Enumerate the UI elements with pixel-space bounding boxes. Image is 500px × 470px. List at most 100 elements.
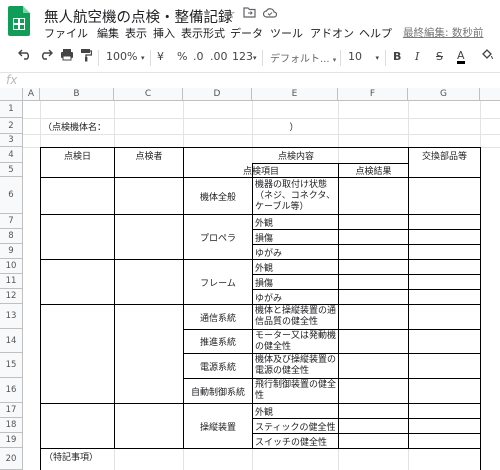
item-flight-controller[interactable]: 飛行制御装置の健全性	[253, 379, 338, 403]
row-header[interactable]: 7	[0, 214, 23, 229]
row-header[interactable]: 16	[0, 378, 23, 403]
zoom-select[interactable]: 100% ▾	[106, 50, 144, 63]
header-inspection-item[interactable]: 点検項目	[184, 164, 338, 177]
undo-icon[interactable]	[18, 48, 32, 63]
font-family-select[interactable]: デフォルト... ▾	[270, 50, 336, 65]
font-size-select[interactable]: 10 ▾	[348, 50, 379, 63]
row-header[interactable]: 4	[0, 147, 23, 163]
grid-line	[23, 134, 500, 135]
column-header-c[interactable]: C	[114, 88, 183, 101]
last-edit-link[interactable]: 最終編集: 数秒前	[403, 25, 483, 40]
select-all-corner[interactable]	[0, 88, 23, 101]
group-body-general[interactable]: 機体全般	[184, 178, 252, 214]
column-header-g[interactable]: G	[408, 88, 480, 101]
document-title[interactable]: 無人航空機の点検・整備記録	[44, 6, 233, 27]
item-appearance[interactable]: 外観	[253, 260, 338, 274]
group-power[interactable]: 電源系統	[184, 354, 252, 378]
grid-line	[408, 147, 409, 448]
group-communication[interactable]: 通信系統	[184, 305, 252, 329]
column-header-b[interactable]: B	[40, 88, 114, 101]
row-header[interactable]: 5	[0, 163, 23, 177]
column-header-h[interactable]	[480, 88, 500, 101]
column-header-a[interactable]: A	[23, 88, 40, 101]
row-header[interactable]: 2	[0, 118, 23, 134]
paint-format-icon[interactable]	[80, 48, 93, 65]
sheets-logo-icon[interactable]	[8, 6, 30, 36]
row-header[interactable]: 1	[0, 101, 23, 118]
group-propulsion[interactable]: 推進系統	[184, 330, 252, 353]
item-motor-health[interactable]: モーター又は発動機の健全性	[253, 330, 338, 353]
item-switch-health[interactable]: スイッチの健全性	[253, 434, 338, 448]
row-header[interactable]: 12	[0, 289, 23, 304]
toolbar-divider	[385, 50, 386, 66]
header-inspection-content[interactable]: 点検内容	[184, 148, 408, 163]
row-header[interactable]: 8	[0, 229, 23, 244]
menu-tools[interactable]: ツール	[270, 25, 303, 41]
row-header[interactable]: 11	[0, 274, 23, 289]
header-inspector[interactable]: 点検者	[115, 148, 183, 163]
italic-button[interactable]: I	[415, 50, 419, 63]
row-header[interactable]: 17	[0, 403, 23, 418]
item-power-health[interactable]: 機体及び操縦装置の電源の健全性	[253, 354, 338, 378]
toolbar-divider	[98, 50, 99, 66]
item-appearance[interactable]: 外観	[253, 215, 338, 229]
toolbar-divider	[340, 50, 341, 66]
row-header[interactable]: 6	[0, 177, 23, 214]
row-header[interactable]: 20	[0, 448, 23, 470]
grid-line	[40, 147, 41, 470]
header-inspection-result[interactable]: 点検結果	[339, 164, 408, 177]
menu-file[interactable]: ファイル	[44, 25, 88, 41]
print-icon[interactable]	[60, 48, 74, 64]
header-inspection-date[interactable]: 点検日	[41, 148, 114, 163]
group-frame[interactable]: フレーム	[184, 260, 252, 304]
row-header[interactable]: 18	[0, 418, 23, 433]
increase-decimal-button[interactable]: .00	[210, 50, 228, 63]
item-stick-health[interactable]: スティックの健全性	[253, 419, 338, 433]
menu-edit[interactable]: 編集	[97, 25, 119, 41]
menu-addons[interactable]: アドオン	[310, 25, 354, 41]
row-header[interactable]: 14	[0, 329, 23, 353]
column-header-e[interactable]: E	[252, 88, 338, 101]
number-format-select[interactable]: 123▾	[232, 50, 257, 63]
grid-line	[114, 147, 115, 448]
item-appearance[interactable]: 外観	[253, 404, 338, 418]
menu-data[interactable]: データ	[230, 25, 263, 41]
item-damage[interactable]: 損傷	[253, 230, 338, 244]
text-color-button[interactable]: A	[457, 50, 465, 64]
column-header-f[interactable]: F	[338, 88, 408, 101]
move-folder-icon[interactable]	[243, 7, 256, 22]
decrease-decimal-button[interactable]: .0	[193, 50, 204, 63]
toolbar-divider	[150, 50, 151, 66]
row-header[interactable]: 19	[0, 433, 23, 448]
row-header[interactable]: 9	[0, 244, 23, 259]
currency-format-button[interactable]: ¥	[157, 50, 164, 63]
item-damage[interactable]: 損傷	[253, 275, 338, 289]
redo-icon[interactable]	[39, 48, 53, 63]
aircraft-name-close[interactable]: ）	[288, 118, 300, 134]
column-header-d[interactable]: D	[183, 88, 252, 101]
menu-help[interactable]: ヘルプ	[359, 25, 392, 41]
menu-insert[interactable]: 挿入	[153, 25, 175, 41]
menu-format[interactable]: 表示形式	[181, 25, 225, 41]
group-auto-control[interactable]: 自動制御系統	[184, 379, 252, 403]
percent-format-button[interactable]: %	[177, 50, 187, 63]
strikethrough-button[interactable]: S	[436, 50, 443, 63]
special-notes-label[interactable]: （特記事項）	[42, 449, 242, 464]
menu-view[interactable]: 表示	[125, 25, 147, 41]
row-header[interactable]: 10	[0, 259, 23, 274]
row-header[interactable]: 3	[0, 134, 23, 147]
row-header[interactable]: 15	[0, 353, 23, 378]
item-distortion[interactable]: ゆがみ	[253, 245, 338, 259]
item-mounting-state[interactable]: 機器の取付け状態（ネジ、コネクタ、ケーブル等）	[253, 178, 338, 214]
star-icon[interactable]: ☆	[224, 7, 236, 22]
item-distortion[interactable]: ゆがみ	[253, 290, 338, 304]
fill-color-icon[interactable]	[480, 48, 493, 64]
row-header[interactable]: 13	[0, 304, 23, 329]
group-propeller[interactable]: プロペラ	[184, 215, 252, 259]
cloud-saved-icon[interactable]	[262, 7, 278, 22]
aircraft-name-label[interactable]: （点検機体名：	[41, 118, 161, 134]
item-comm-quality[interactable]: 機体と操縦装置の通信品質の健全性	[253, 305, 338, 329]
header-replaced-parts[interactable]: 交換部品等	[409, 148, 480, 163]
bold-button[interactable]: B	[393, 50, 401, 63]
group-controller[interactable]: 操縦装置	[184, 404, 252, 448]
